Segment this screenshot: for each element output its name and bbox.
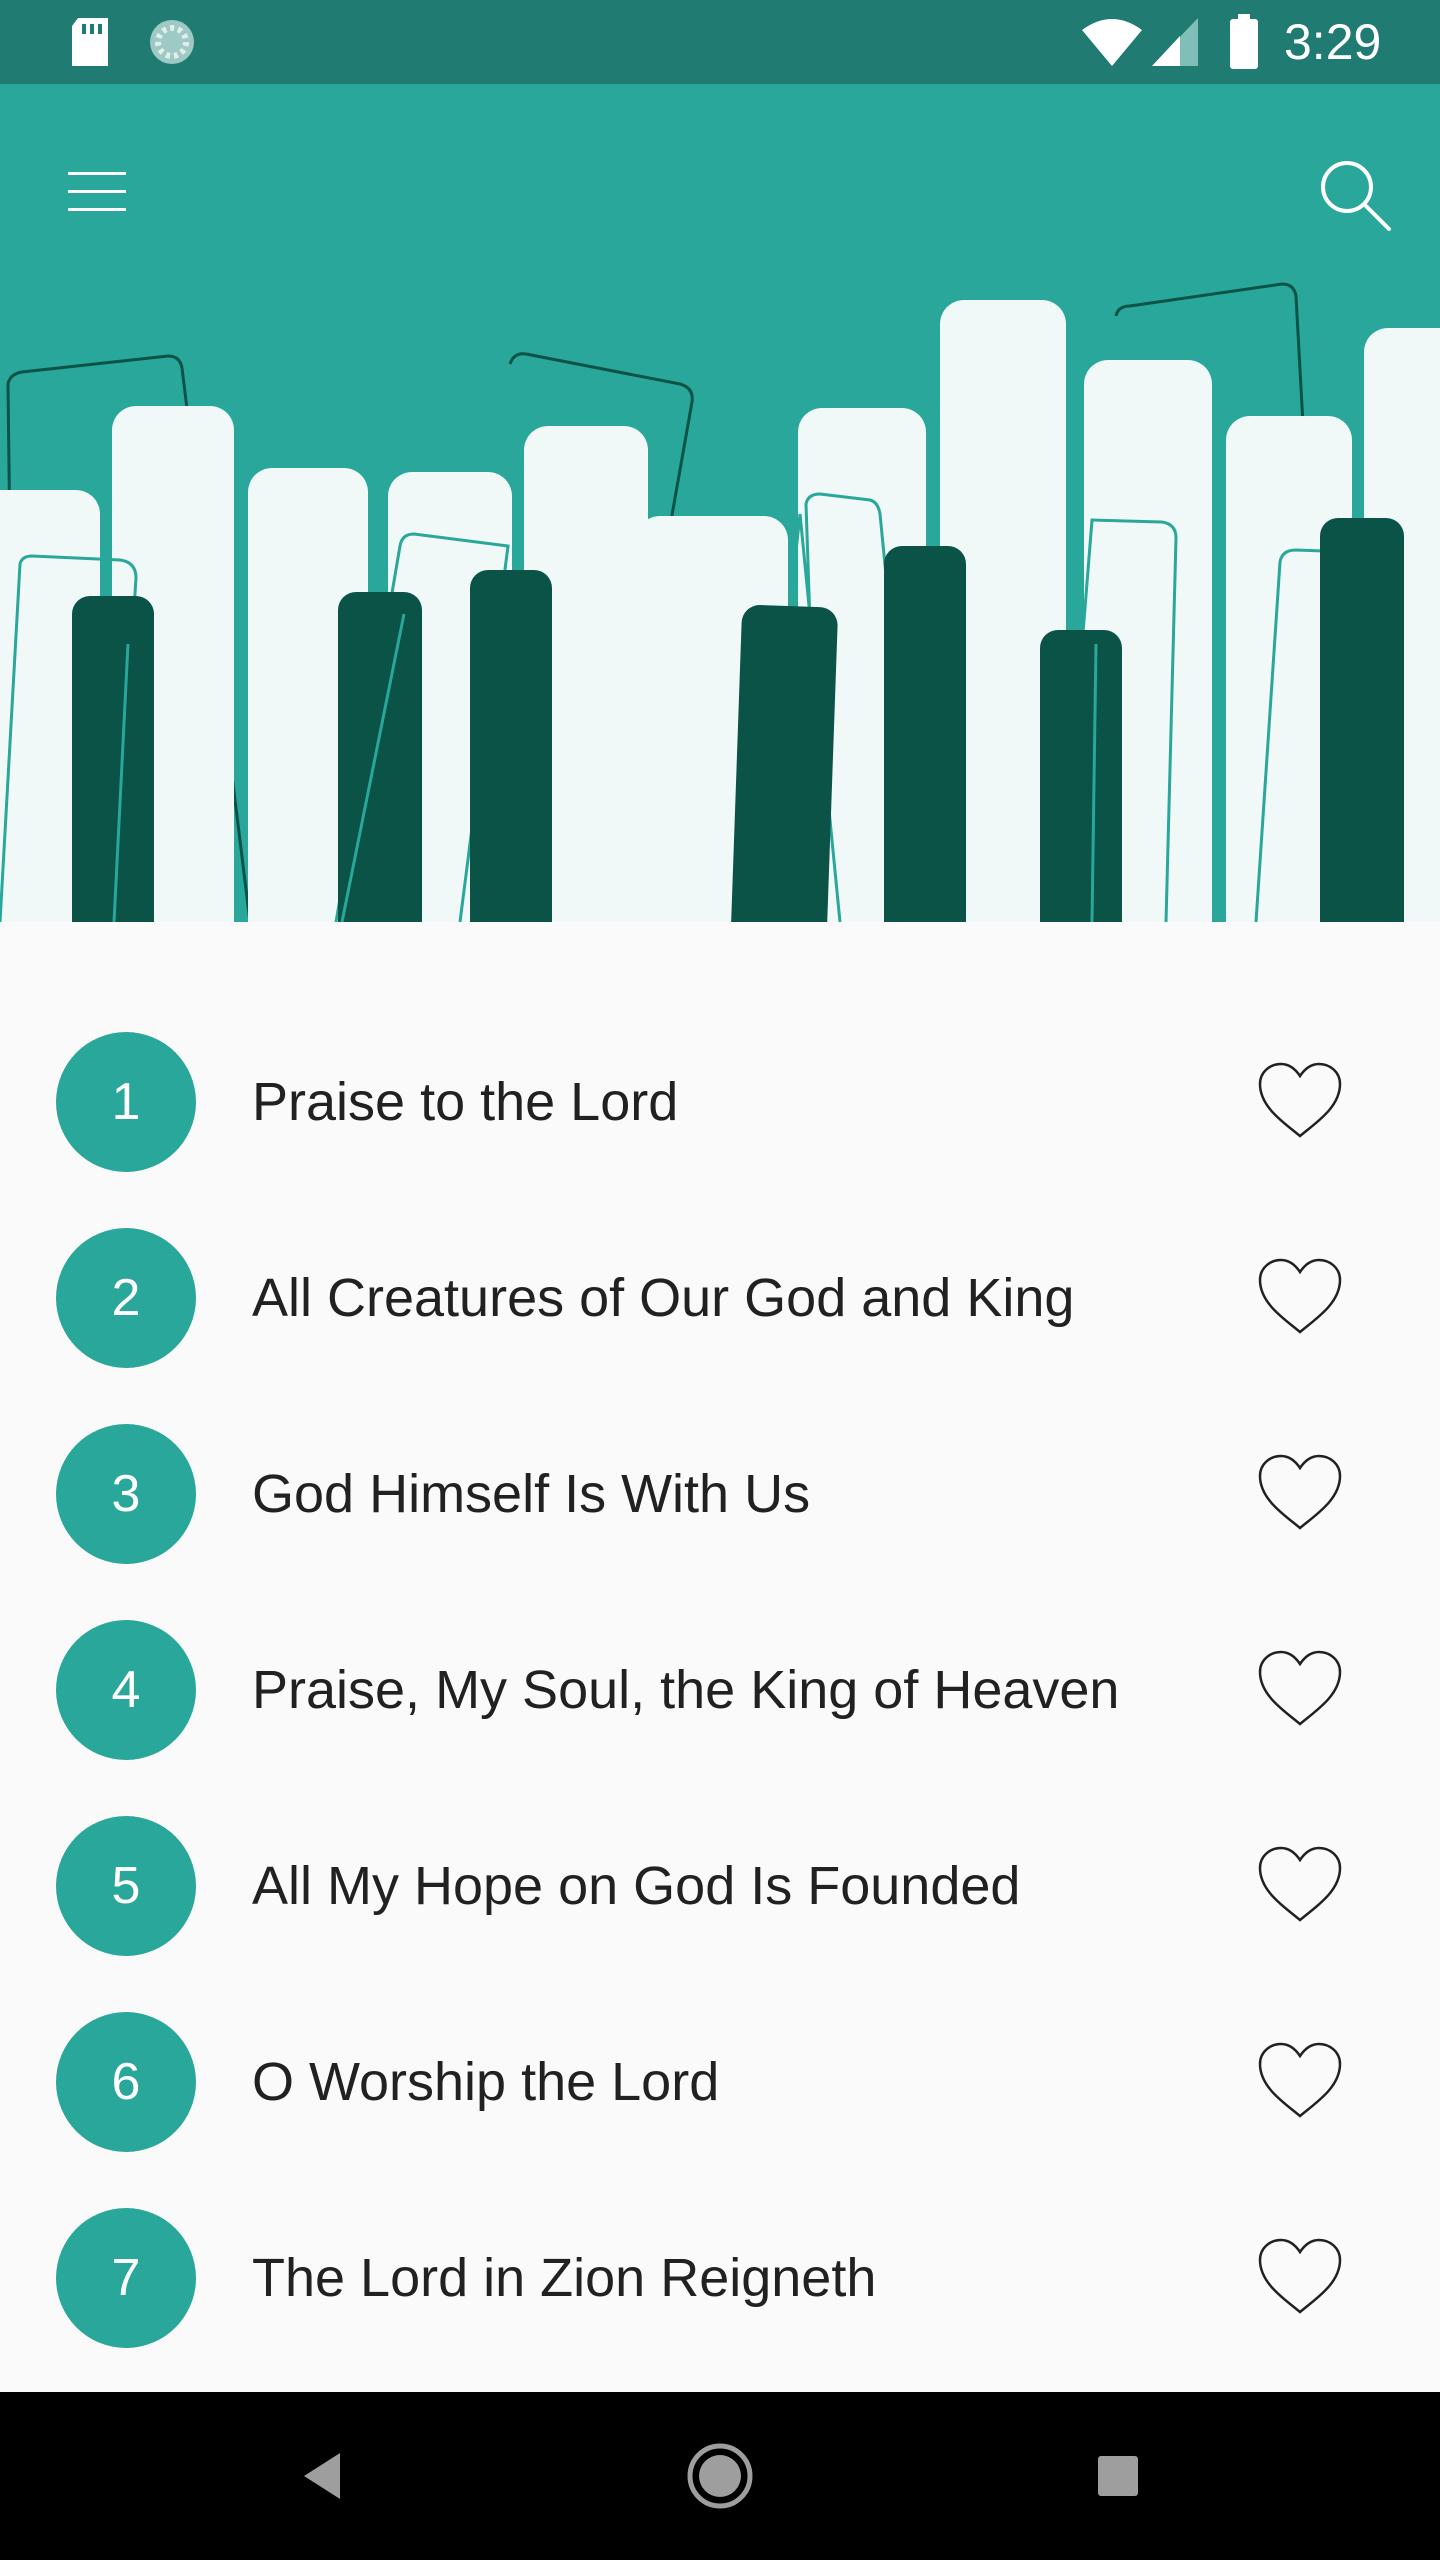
piano-keys-illustration <box>0 282 1440 922</box>
header-banner <box>0 84 1440 922</box>
hymn-title: All My Hope on God Is Founded <box>252 1856 1021 1916</box>
sync-icon <box>146 16 198 73</box>
back-button[interactable] <box>272 2426 372 2526</box>
status-bar: 3:29 <box>0 0 1440 84</box>
navigation-bar <box>0 2392 1440 2560</box>
heart-outline-icon <box>1258 2042 1342 2118</box>
hymn-title: The Lord in Zion Reigneth <box>252 2248 877 2308</box>
hymn-row[interactable]: 3 God Himself Is With Us <box>0 1392 1440 1588</box>
recents-square-icon <box>1098 2456 1138 2496</box>
heart-outline-icon <box>1258 1062 1342 1138</box>
battery-icon <box>1228 14 1260 75</box>
hymn-number-badge: 4 <box>56 1620 196 1760</box>
heart-outline-icon <box>1258 1454 1342 1530</box>
hamburger-menu-icon <box>68 172 126 211</box>
menu-button[interactable] <box>50 144 146 240</box>
hymn-title: All Creatures of Our God and King <box>252 1268 1075 1328</box>
heart-outline-icon <box>1258 1258 1342 1334</box>
search-button[interactable] <box>1300 140 1410 250</box>
sd-card-icon <box>68 16 112 73</box>
home-circle-icon <box>687 2443 753 2509</box>
hymn-row[interactable]: 5 All My Hope on God Is Founded <box>0 1784 1440 1980</box>
hymn-title: God Himself Is With Us <box>252 1464 811 1524</box>
hymn-row[interactable]: 1 Praise to the Lord <box>0 1000 1440 1196</box>
signal-icon <box>1150 16 1200 73</box>
hymn-row[interactable]: 4 Praise, My Soul, the King of Heaven <box>0 1588 1440 1784</box>
favorite-button[interactable] <box>1246 1830 1354 1938</box>
hymn-title: Praise to the Lord <box>252 1072 679 1132</box>
back-triangle-icon <box>304 2453 340 2499</box>
hymn-number-badge: 6 <box>56 2012 196 2152</box>
hymn-number-badge: 5 <box>56 1816 196 1956</box>
hymn-row[interactable]: 7 The Lord in Zion Reigneth <box>0 2176 1440 2372</box>
favorite-button[interactable] <box>1246 1634 1354 1742</box>
favorite-button[interactable] <box>1246 1438 1354 1546</box>
favorite-button[interactable] <box>1246 1046 1354 1154</box>
hymn-row[interactable]: 6 O Worship the Lord <box>0 1980 1440 2176</box>
favorite-button[interactable] <box>1246 2026 1354 2134</box>
hymn-number-badge: 3 <box>56 1424 196 1564</box>
hymn-list: 1 Praise to the Lord 2 All Creatures of … <box>0 1000 1440 2372</box>
home-button[interactable] <box>670 2426 770 2526</box>
hymn-number-badge: 7 <box>56 2208 196 2348</box>
heart-outline-icon <box>1258 2238 1342 2314</box>
search-icon <box>1321 161 1391 231</box>
heart-outline-icon <box>1258 1650 1342 1726</box>
wifi-icon <box>1080 16 1144 73</box>
heart-outline-icon <box>1258 1846 1342 1922</box>
favorite-button[interactable] <box>1246 2222 1354 2330</box>
hymn-row[interactable]: 2 All Creatures of Our God and King <box>0 1196 1440 1392</box>
favorite-button[interactable] <box>1246 1242 1354 1350</box>
hymn-number-badge: 2 <box>56 1228 196 1368</box>
recents-button[interactable] <box>1068 2426 1168 2526</box>
status-time: 3:29 <box>1284 14 1382 70</box>
hymn-title: O Worship the Lord <box>252 2052 720 2112</box>
hymn-title: Praise, My Soul, the King of Heaven <box>252 1660 1120 1720</box>
hymn-number-badge: 1 <box>56 1032 196 1172</box>
